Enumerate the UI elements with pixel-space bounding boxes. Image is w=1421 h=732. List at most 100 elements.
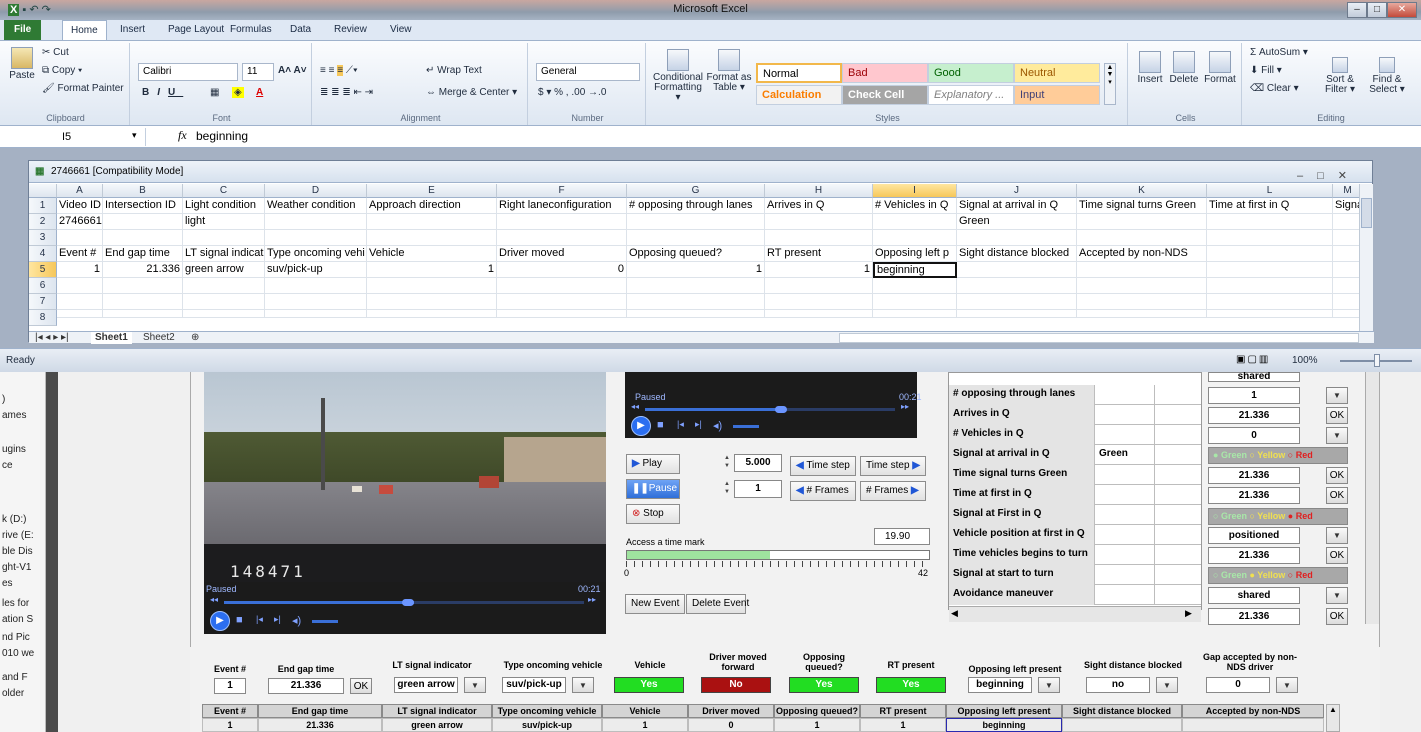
table-header[interactable]: Sight distance blocked [1062,704,1182,718]
property-value[interactable] [1095,465,1155,485]
vertical-scrollbar[interactable] [1359,184,1373,331]
chevron-down-icon[interactable]: ▼ [1156,677,1178,693]
grid-cell[interactable]: Type oncoming vehi [265,246,367,262]
grid-cell[interactable] [627,214,765,230]
fill-button[interactable]: ⬇ Fill ▾ [1250,65,1282,76]
sidebar-item[interactable]: nd Pic [2,632,30,643]
column-header[interactable]: K [1077,184,1207,198]
grid-cell[interactable] [57,230,103,246]
font-color-icon[interactable]: A [256,87,263,98]
signal-start-turn-radio-group[interactable]: ○ Green ● Yellow ○ Red [1208,567,1348,584]
property-row[interactable]: Avoidance maneuver [949,585,1201,605]
grid-cell[interactable]: LT signal indicat [183,246,265,262]
format-painter-button[interactable]: 🖌 Format Painter [42,83,124,94]
grid-cell[interactable]: 0 [497,262,627,278]
property-row[interactable]: Signal at start to turn [949,565,1201,585]
property-row[interactable]: # Vehicles in Q [949,425,1201,445]
grid-cell[interactable] [627,294,765,310]
sheet-nav-icon[interactable]: |◂ ◂ ▸ ▸| [31,332,73,344]
grid-cell[interactable] [765,214,873,230]
grid-cell[interactable] [873,310,957,318]
style-input[interactable]: Input [1014,85,1100,105]
sight-distance-select[interactable]: no [1086,677,1150,693]
grid-cell[interactable]: 1 [627,262,765,278]
new-event-button[interactable]: New Event [625,594,685,614]
table-header[interactable]: End gap time [258,704,382,718]
grid-cell[interactable] [103,278,183,294]
property-row[interactable]: Signal at arrival in Q Green [949,445,1201,465]
grid-cell[interactable] [183,278,265,294]
table-header[interactable]: RT present [860,704,946,718]
grid-cell[interactable] [765,230,873,246]
column-header[interactable]: B [103,184,183,198]
number-format-buttons[interactable]: $ ▾ % , .00 →.0 [538,87,606,98]
stop-button[interactable]: ⊗ Stop [626,504,680,524]
grid-cell[interactable] [873,294,957,310]
property-row[interactable]: Time vehicles begins to turn [949,545,1201,565]
grid-cell[interactable] [103,310,183,318]
grid-cell[interactable]: suv/pick-up [265,262,367,278]
grid-cell[interactable] [1333,310,1359,318]
style-good[interactable]: Good [928,63,1014,83]
grid-cell[interactable]: 1 [367,262,497,278]
property-value[interactable] [1095,505,1155,525]
sheet-tab-1[interactable]: Sheet1 [91,332,132,344]
sidebar-item[interactable]: ble Dis [2,546,33,557]
stop-icon[interactable]: ■ [657,419,664,431]
property-grid-scrollbar[interactable]: ◀ ▶ [949,606,1201,622]
scroll-right-icon[interactable]: ▶ [1185,608,1192,619]
chevron-down-icon[interactable]: ▼ [1326,527,1348,544]
property-value[interactable] [1095,565,1155,585]
view-mode-icons[interactable]: ▣▢▥ [1236,354,1270,365]
table-header[interactable]: Type oncoming vehicle [492,704,602,718]
conditional-formatting-button[interactable]: Conditional Formatting ▾ [652,49,704,103]
grid-cell[interactable] [497,278,627,294]
volume-slider[interactable] [733,425,759,428]
formula-input[interactable]: beginning [196,129,248,143]
grid-cell[interactable]: RT present [765,246,873,262]
grid-cell[interactable] [957,294,1077,310]
grid-cell[interactable]: Weather condition [265,198,367,214]
grid-cell[interactable] [265,310,367,318]
time-mark-value[interactable]: 19.90 [874,528,930,545]
signal-first-radio-group[interactable]: ○ Green ○ Yellow ● Red [1208,508,1348,525]
table-cell[interactable] [1182,718,1324,732]
property-row[interactable]: Arrives in Q [949,405,1201,425]
fast-forward-icon[interactable]: ▸▸ [588,595,596,604]
grid-cell[interactable]: 21.336 [103,262,183,278]
grid-cell[interactable] [1207,230,1333,246]
previous-icon[interactable]: |◂ [677,419,684,430]
format-as-table-button[interactable]: Format as Table ▾ [706,49,752,93]
align-left-icon[interactable]: ≣ ≣ ≣ ⇤ ⇥ [320,87,373,98]
table-header[interactable]: Event # [202,704,258,718]
row-header[interactable]: 4 [29,246,57,262]
column-header[interactable]: D [265,184,367,198]
video-seek-track[interactable] [785,408,895,411]
grid-cell[interactable]: # opposing through lanes [627,198,765,214]
chevron-down-icon[interactable]: ▼ [1326,427,1348,444]
table-cell[interactable]: suv/pick-up [492,718,602,732]
column-header[interactable]: J [957,184,1077,198]
grid-cell[interactable] [183,230,265,246]
grid-cell[interactable] [103,294,183,310]
video-seek-knob[interactable] [775,406,787,413]
property-value[interactable] [1095,405,1155,425]
chevron-down-icon[interactable]: ▼ [1326,587,1348,604]
grid-cell[interactable] [103,214,183,230]
grid-cell[interactable] [957,262,1077,278]
volume-icon[interactable]: ◂) [292,614,301,627]
grid-cell[interactable]: 1 [765,262,873,278]
column-header[interactable]: I [873,184,957,198]
border-icon[interactable]: ▦ [210,87,219,98]
grid-cell[interactable]: Time at first in Q [1207,198,1333,214]
grid-cell[interactable] [1207,246,1333,262]
grid-cell[interactable] [1333,230,1359,246]
video-seek-progress[interactable] [224,601,414,604]
select-all-corner[interactable] [29,184,57,198]
table-header[interactable]: LT signal indicator [382,704,492,718]
delete-event-button[interactable]: Delete Event [686,594,749,614]
property-row[interactable]: Time signal turns Green [949,465,1201,485]
sidebar-item[interactable]: k (D:) [2,514,26,525]
align-top-icon[interactable]: ≡ ≡ ≡ ⟋▾ [320,65,358,76]
grid-cell[interactable] [265,294,367,310]
